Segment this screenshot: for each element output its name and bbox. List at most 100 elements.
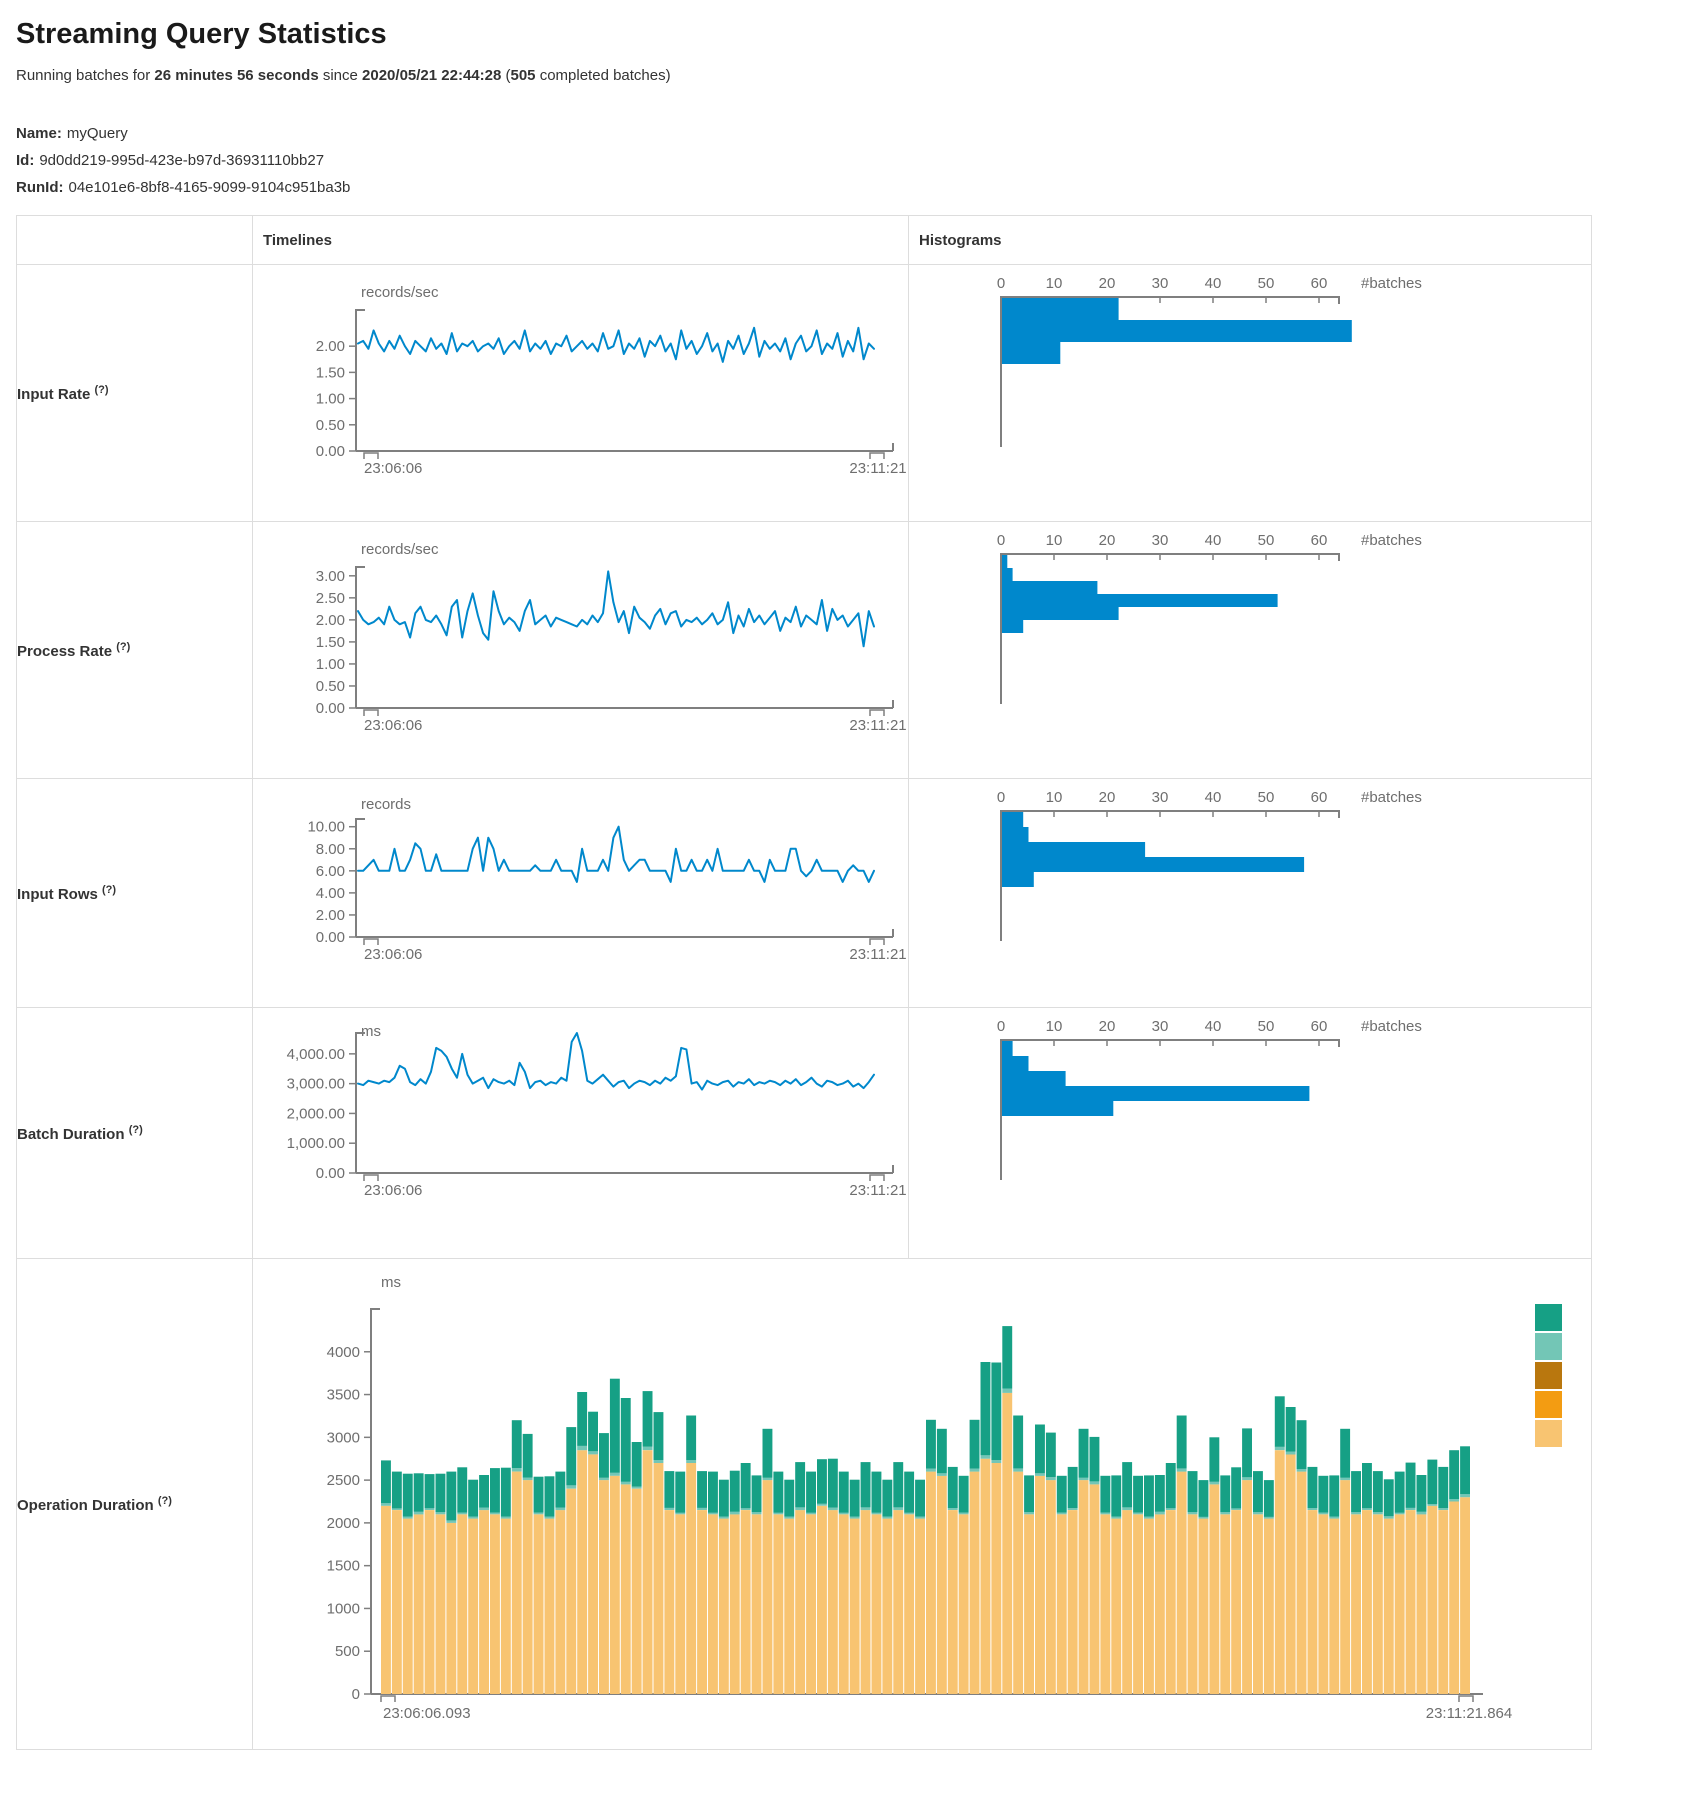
- query-runid-line: RunId: 04e101e6-8bf8-4165-9099-9104c951ba…: [16, 174, 1693, 201]
- legend-swatch: [1535, 1420, 1562, 1447]
- svg-text:23:06:06: 23:06:06: [364, 460, 422, 477]
- row-label-process-rate: Process Rate: [17, 643, 112, 660]
- svg-text:10: 10: [1046, 532, 1063, 549]
- svg-text:40: 40: [1205, 789, 1222, 806]
- svg-text:0: 0: [997, 532, 1005, 549]
- svg-text:6.00: 6.00: [316, 863, 345, 880]
- table-row-input-rate: Input Rate (?) records/sec2.001.501.000.…: [17, 265, 1592, 522]
- legend-swatch: [1535, 1391, 1562, 1418]
- svg-text:0.00: 0.00: [316, 929, 345, 946]
- svg-text:23:11:21: 23:11:21: [849, 717, 906, 734]
- svg-text:60: 60: [1311, 275, 1328, 292]
- query-name-line: Name:myQuery: [16, 120, 1693, 147]
- svg-text:1000: 1000: [327, 1600, 360, 1617]
- input-rate-histogram-chart: 0102030405060#batches: [909, 265, 1591, 521]
- svg-text:23:06:06.093: 23:06:06.093: [383, 1705, 471, 1722]
- svg-text:3000: 3000: [327, 1429, 360, 1446]
- svg-text:10.00: 10.00: [307, 819, 345, 836]
- svg-text:20: 20: [1099, 532, 1116, 549]
- svg-text:2.50: 2.50: [316, 590, 345, 607]
- svg-text:0.00: 0.00: [316, 443, 345, 460]
- histograms-column-header: Histograms: [909, 216, 1592, 265]
- help-icon[interactable]: (?): [95, 384, 109, 396]
- svg-text:0.50: 0.50: [316, 678, 345, 695]
- input-rate-timeline-chart: records/sec2.001.501.000.500.0023:06:062…: [253, 265, 908, 521]
- process-rate-timeline-chart: records/sec3.002.502.001.501.000.500.002…: [253, 522, 908, 778]
- svg-text:40: 40: [1205, 532, 1222, 549]
- batch-duration-histogram-chart: 0102030405060#batches: [909, 1008, 1591, 1258]
- svg-text:2500: 2500: [327, 1472, 360, 1489]
- svg-text:23:11:21: 23:11:21: [849, 460, 906, 477]
- table-row-operation-duration: Operation Duration (?) ms400035003000250…: [17, 1259, 1592, 1750]
- svg-text:1500: 1500: [327, 1558, 360, 1575]
- svg-text:0: 0: [997, 275, 1005, 292]
- svg-text:500: 500: [335, 1643, 360, 1660]
- help-icon[interactable]: (?): [129, 1124, 143, 1136]
- svg-text:50: 50: [1258, 532, 1275, 549]
- svg-text:23:11:21: 23:11:21: [849, 1182, 906, 1199]
- svg-text:8.00: 8.00: [316, 841, 345, 858]
- row-label-operation-duration: Operation Duration: [17, 1497, 154, 1514]
- svg-text:4000: 4000: [327, 1344, 360, 1361]
- svg-text:#batches: #batches: [1361, 789, 1422, 806]
- svg-text:records: records: [361, 796, 411, 813]
- legend-swatch: [1535, 1304, 1562, 1331]
- svg-text:2000: 2000: [327, 1515, 360, 1532]
- svg-text:10: 10: [1046, 275, 1063, 292]
- svg-text:23:06:06: 23:06:06: [364, 1182, 422, 1199]
- svg-text:40: 40: [1205, 1018, 1222, 1035]
- query-name-label: Name:: [16, 125, 62, 142]
- row-label-batch-duration: Batch Duration: [17, 1126, 125, 1143]
- legend-swatch: [1535, 1362, 1562, 1389]
- svg-text:20: 20: [1099, 789, 1116, 806]
- svg-text:1.00: 1.00: [316, 656, 345, 673]
- timelines-column-header: Timelines: [253, 216, 909, 265]
- help-icon[interactable]: (?): [158, 1495, 172, 1507]
- svg-text:23:06:06: 23:06:06: [364, 717, 422, 734]
- svg-text:#batches: #batches: [1361, 1018, 1422, 1035]
- svg-text:1,000.00: 1,000.00: [287, 1135, 345, 1152]
- query-runid-label: RunId:: [16, 179, 63, 196]
- svg-text:20: 20: [1099, 275, 1116, 292]
- row-label-input-rate: Input Rate: [17, 386, 90, 403]
- help-icon[interactable]: (?): [116, 641, 130, 653]
- svg-text:50: 50: [1258, 1018, 1275, 1035]
- running-paren: (: [501, 67, 510, 84]
- completed-batches-count: 505: [511, 67, 536, 84]
- help-icon[interactable]: (?): [102, 884, 116, 896]
- svg-text:10: 10: [1046, 1018, 1063, 1035]
- svg-text:60: 60: [1311, 789, 1328, 806]
- query-id-line: Id:9d0dd219-995d-423e-b97d-36931110bb27: [16, 147, 1693, 174]
- input-rows-histogram-chart: 0102030405060#batches: [909, 779, 1591, 1007]
- running-duration: 26 minutes 56 seconds: [154, 67, 318, 84]
- svg-text:records/sec: records/sec: [361, 541, 439, 558]
- process-rate-histogram-chart: 0102030405060#batches: [909, 522, 1591, 778]
- svg-text:50: 50: [1258, 275, 1275, 292]
- svg-text:30: 30: [1152, 789, 1169, 806]
- svg-text:60: 60: [1311, 1018, 1328, 1035]
- query-meta: Name:myQuery Id:9d0dd219-995d-423e-b97d-…: [16, 120, 1693, 201]
- running-prefix: Running batches for: [16, 67, 154, 84]
- svg-text:23:06:06: 23:06:06: [364, 946, 422, 963]
- table-row-input-rows: Input Rows (?) records10.008.006.004.002…: [17, 779, 1592, 1008]
- running-suffix: completed batches): [536, 67, 671, 84]
- svg-text:0.00: 0.00: [316, 1165, 345, 1182]
- svg-text:3.00: 3.00: [316, 568, 345, 585]
- input-rows-timeline-chart: records10.008.006.004.002.000.0023:06:06…: [253, 779, 908, 1007]
- corner-header-cell: [17, 216, 253, 265]
- svg-text:3,000.00: 3,000.00: [287, 1076, 345, 1093]
- row-label-input-rows: Input Rows: [17, 886, 98, 903]
- svg-text:0: 0: [352, 1686, 360, 1703]
- svg-text:#batches: #batches: [1361, 275, 1422, 292]
- svg-text:60: 60: [1311, 532, 1328, 549]
- query-runid-value: 04e101e6-8bf8-4165-9099-9104c951ba3b: [68, 179, 350, 196]
- legend-swatch: [1535, 1333, 1562, 1360]
- svg-text:records/sec: records/sec: [361, 284, 439, 301]
- stats-table: Timelines Histograms Input Rate (?) reco…: [16, 215, 1592, 1750]
- svg-text:23:11:21.864: 23:11:21.864: [1426, 1705, 1512, 1722]
- query-id-value: 9d0dd219-995d-423e-b97d-36931110bb27: [39, 152, 324, 169]
- svg-text:2.00: 2.00: [316, 338, 345, 355]
- svg-text:0: 0: [997, 1018, 1005, 1035]
- svg-text:1.50: 1.50: [316, 364, 345, 381]
- svg-text:2.00: 2.00: [316, 612, 345, 629]
